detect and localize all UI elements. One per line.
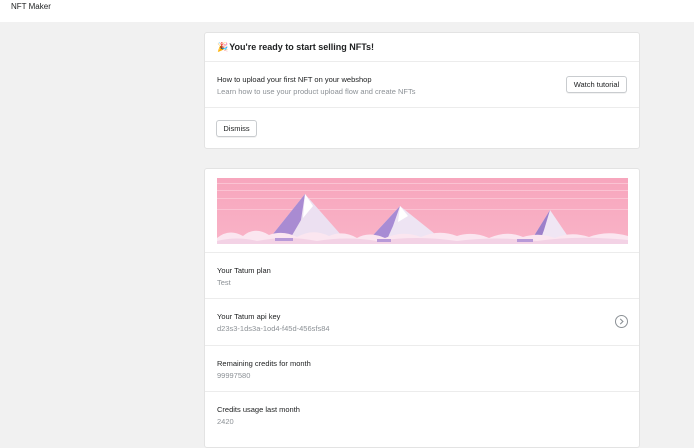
- tatum-api-key-value: d23s3-1ds3a-1od4-f45d-456sfs84: [217, 324, 330, 333]
- credits-usage-label: Credits usage last month: [217, 405, 300, 414]
- tatum-plan-label: Your Tatum plan: [217, 266, 271, 275]
- app-title: NFT Maker: [11, 2, 51, 11]
- dismiss-button[interactable]: Dismiss: [216, 120, 257, 137]
- tatum-api-key-row[interactable]: Your Tatum api key d23s3-1ds3a-1od4-f45d…: [205, 298, 639, 344]
- mountain-banner-image: [217, 178, 628, 244]
- banner-title: 🎉You're ready to start selling NFTs!: [217, 42, 374, 53]
- banner-header: 🎉You're ready to start selling NFTs!: [205, 33, 639, 62]
- chevron-right-circle-icon[interactable]: [615, 315, 628, 328]
- tatum-plan-row: Your Tatum plan Test: [205, 252, 639, 298]
- banner-title-text: You're ready to start selling NFTs!: [229, 42, 375, 52]
- party-popper-icon: 🎉: [217, 42, 229, 52]
- ready-banner-card: 🎉You're ready to start selling NFTs! How…: [204, 32, 640, 149]
- credits-usage-row: Credits usage last month 2420: [205, 391, 639, 437]
- remaining-credits-row: Remaining credits for month 99997580: [205, 345, 639, 391]
- tatum-api-key-label: Your Tatum api key: [217, 312, 281, 321]
- tutorial-subtitle: Learn how to use your product upload flo…: [217, 87, 416, 96]
- remaining-credits-label: Remaining credits for month: [217, 359, 311, 368]
- tatum-plan-value: Test: [217, 278, 231, 287]
- top-bar: NFT Maker: [0, 0, 694, 22]
- tatum-settings-card: Your Tatum plan Test Your Tatum api key …: [204, 168, 640, 448]
- watch-tutorial-button[interactable]: Watch tutorial: [566, 76, 627, 93]
- remaining-credits-value: 99997580: [217, 371, 251, 380]
- credits-usage-value: 2420: [217, 417, 234, 426]
- tutorial-title: How to upload your first NFT on your web…: [217, 75, 372, 84]
